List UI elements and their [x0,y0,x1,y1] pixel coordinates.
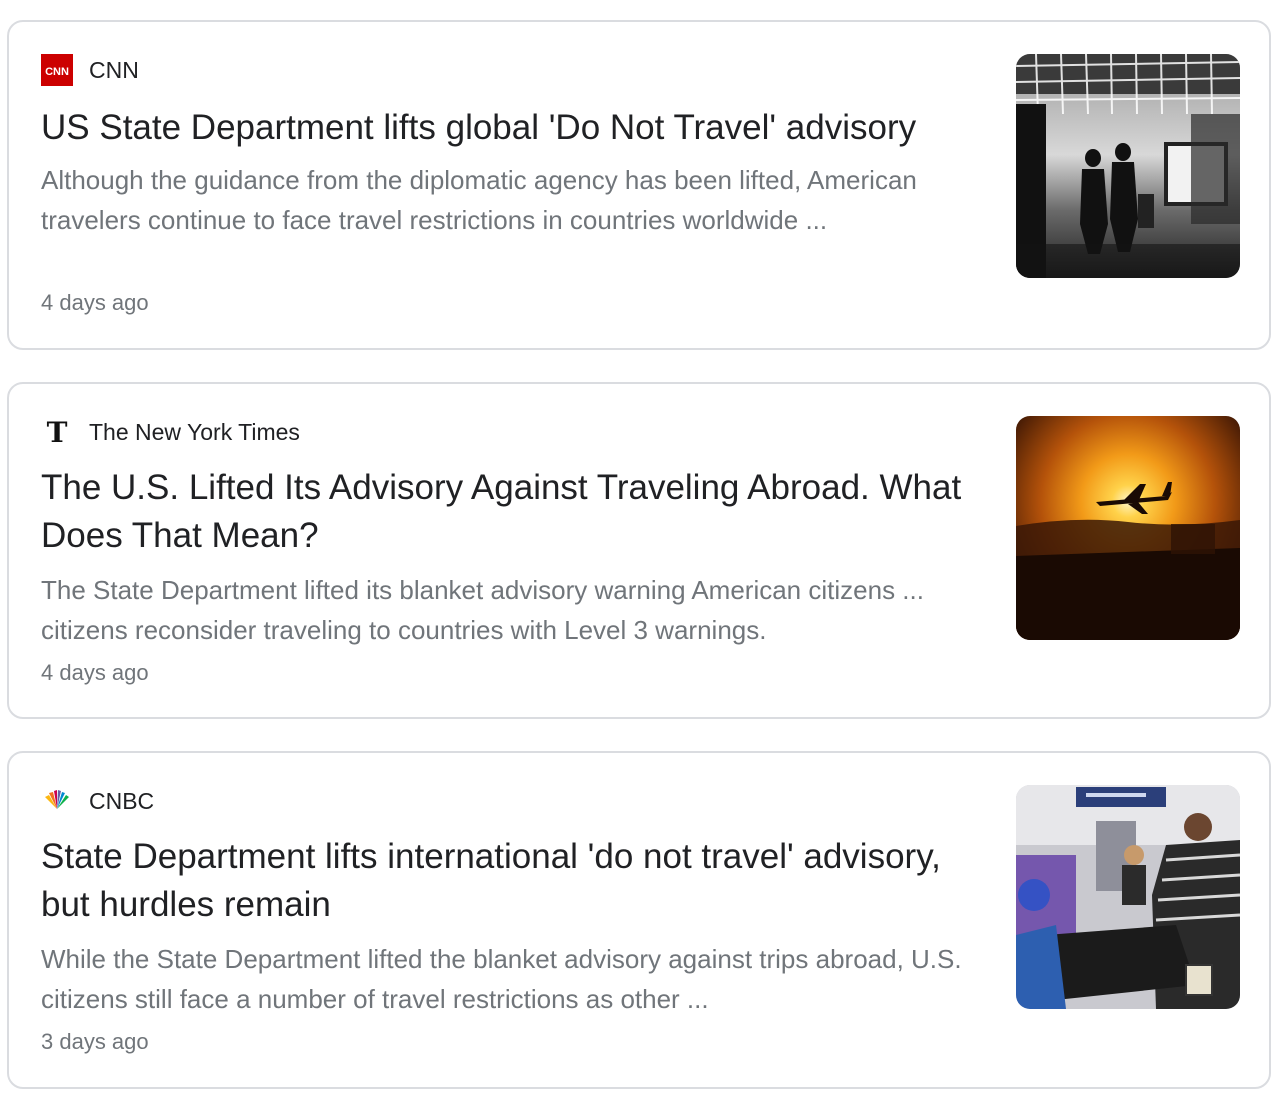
svg-text:T: T [47,416,68,448]
article-snippet: Although the guidance from the diplomati… [41,165,917,235]
news-card[interactable]: T The New York Times The U.S. Lifted Its… [7,382,1271,719]
cnn-logo-icon: CNN [41,54,73,86]
news-source: CNBC [41,785,154,817]
article-thumbnail-airport-silhouette[interactable] [1016,54,1240,278]
nbc-peacock-logo-icon [41,785,73,817]
article-age: 4 days ago [41,290,149,315]
source-name: CNN [89,56,139,83]
article-snippet: While the State Department lifted the bl… [41,944,962,1014]
article-title-link[interactable]: The U.S. Lifted Its Advisory Against Tra… [41,464,986,560]
news-card[interactable]: CNBC State Department lifts internationa… [7,751,1271,1089]
nyt-logo-icon: T [41,416,73,448]
news-source: T The New York Times [41,416,300,448]
news-card[interactable]: CNN CNN US State Department lifts global… [7,20,1271,350]
article-thumbnail-airport-security[interactable] [1016,785,1240,1009]
svg-text:CNN: CNN [45,66,69,78]
article-age: 3 days ago [41,1029,149,1054]
source-name: The New York Times [89,418,300,445]
article-thumbnail-airplane-sunset[interactable] [1016,416,1240,640]
news-feed: CNN CNN US State Department lifts global… [0,0,1285,1101]
article-snippet: The State Department lifted its blanket … [41,575,924,645]
article-title-link[interactable]: US State Department lifts global 'Do Not… [41,104,986,152]
article-title-link[interactable]: State Department lifts international 'do… [41,833,986,929]
news-source: CNN CNN [41,54,139,86]
article-age: 4 days ago [41,660,149,685]
source-name: CNBC [89,787,155,814]
